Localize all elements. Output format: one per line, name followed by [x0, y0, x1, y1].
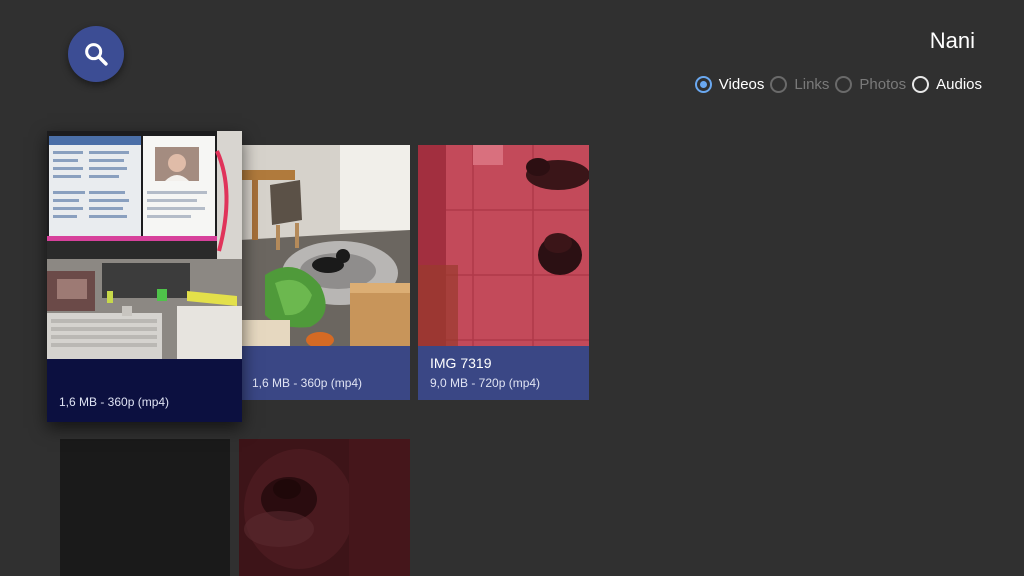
radio-icon[interactable]: [835, 76, 853, 93]
media-browser-screen: Nani Videos Links Photos Audios 1,6 MB -…: [0, 0, 1024, 576]
filter-videos[interactable]: Videos: [694, 76, 765, 93]
video-card[interactable]: 1,6 MB - 360p (mp4): [240, 145, 410, 400]
video-meta: 1,6 MB - 360p (mp4): [59, 395, 170, 409]
filter-label: Links: [794, 76, 830, 93]
video-title: [252, 355, 398, 372]
video-thumbnail: [418, 145, 589, 346]
video-thumbnail: [239, 439, 410, 576]
video-card[interactable]: IMG 7319 9,0 MB - 720p (mp4): [418, 145, 589, 400]
video-card[interactable]: [239, 439, 410, 576]
media-type-filter: Videos Links Photos Audios: [694, 76, 982, 93]
search-icon: [85, 43, 108, 66]
filter-label: Audios: [936, 76, 982, 93]
filter-label: Photos: [859, 76, 907, 93]
video-info: IMG 7319 9,0 MB - 720p (mp4): [418, 346, 589, 400]
video-meta: 1,6 MB - 360p (mp4): [252, 376, 363, 390]
filter-audios[interactable]: Audios: [912, 76, 982, 93]
filter-label: Videos: [718, 76, 765, 93]
radio-selected-icon[interactable]: [694, 76, 712, 93]
filter-links[interactable]: Links: [770, 76, 829, 93]
video-thumbnail: [60, 439, 230, 576]
video-info: 1,6 MB - 360p (mp4): [240, 346, 410, 400]
video-card[interactable]: [60, 439, 230, 576]
radio-icon[interactable]: [770, 76, 788, 93]
video-meta: 9,0 MB - 720p (mp4): [430, 376, 541, 390]
profile-name[interactable]: Nani: [930, 28, 975, 54]
video-thumbnail: [240, 145, 410, 346]
video-thumbnail: [47, 131, 242, 359]
video-title: IMG 7319: [430, 355, 492, 371]
search-button[interactable]: [68, 26, 124, 82]
radio-icon[interactable]: [912, 76, 930, 93]
filter-photos[interactable]: Photos: [835, 76, 906, 93]
video-card-focused[interactable]: 1,6 MB - 360p (mp4): [47, 131, 242, 422]
video-title: [59, 369, 230, 391]
video-info: 1,6 MB - 360p (mp4): [47, 359, 242, 422]
